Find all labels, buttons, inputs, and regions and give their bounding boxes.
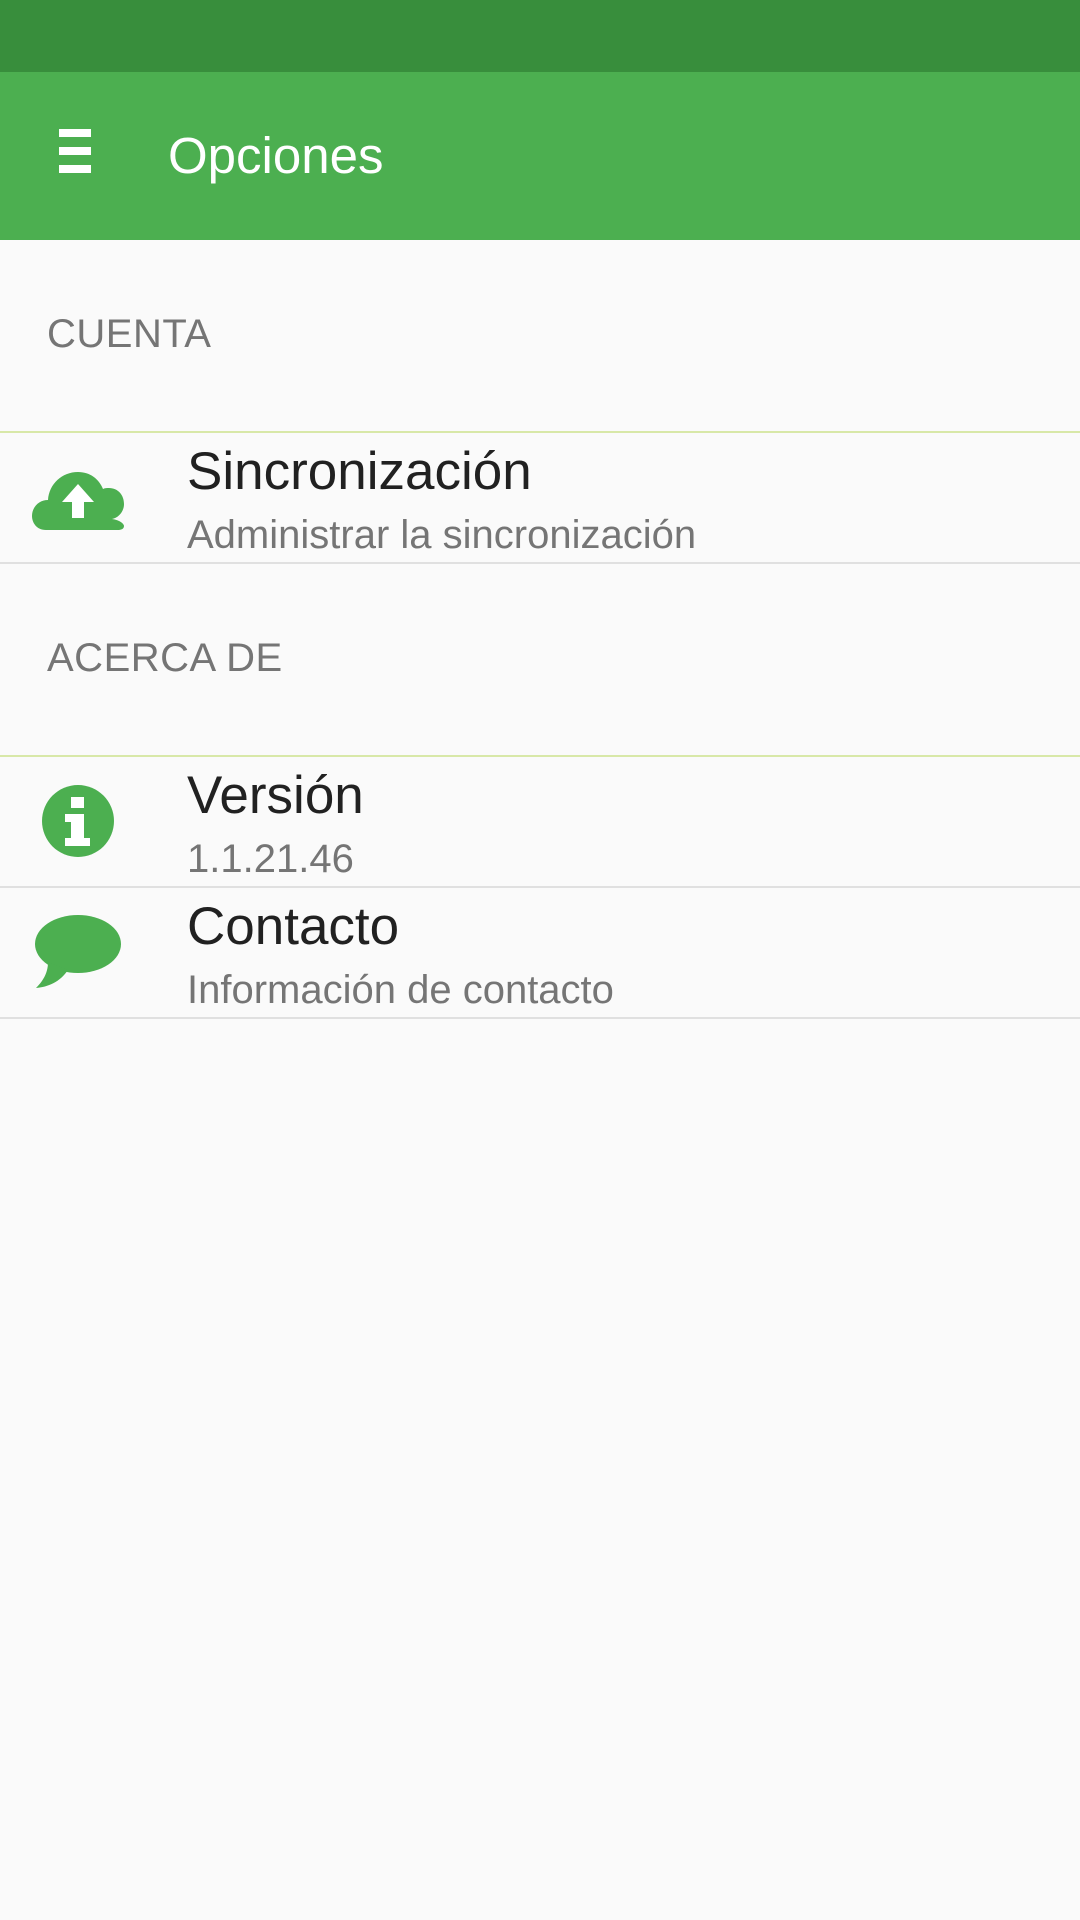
menu-icon (59, 129, 91, 173)
pref-item-sync[interactable]: Sincronización Administrar la sincroniza… (0, 433, 1080, 561)
chat-bubble-icon (28, 902, 128, 1002)
pref-title: Contacto (187, 897, 400, 956)
section-header-acerca-de: ACERCA DE (47, 636, 283, 680)
pref-title: Sincronización (187, 442, 532, 501)
info-icon (28, 771, 128, 871)
pref-item-contacto[interactable]: Contacto Información de contacto (0, 888, 1080, 1016)
cloud-upload-icon (28, 447, 128, 547)
section-header-cuenta: CUENTA (47, 312, 212, 356)
status-bar (0, 0, 1080, 72)
page-title: Opciones (168, 127, 384, 184)
item-divider (0, 1017, 1080, 1019)
pref-summary: 1.1.21.46 (187, 837, 354, 881)
pref-title: Versión (187, 766, 364, 825)
menu-button[interactable] (40, 116, 110, 186)
pref-summary: Administrar la sincronización (187, 513, 697, 557)
item-divider (0, 562, 1080, 564)
app-bar: Opciones (0, 72, 1080, 240)
pref-item-version[interactable]: Versión 1.1.21.46 (0, 757, 1080, 885)
pref-summary: Información de contacto (187, 968, 614, 1012)
